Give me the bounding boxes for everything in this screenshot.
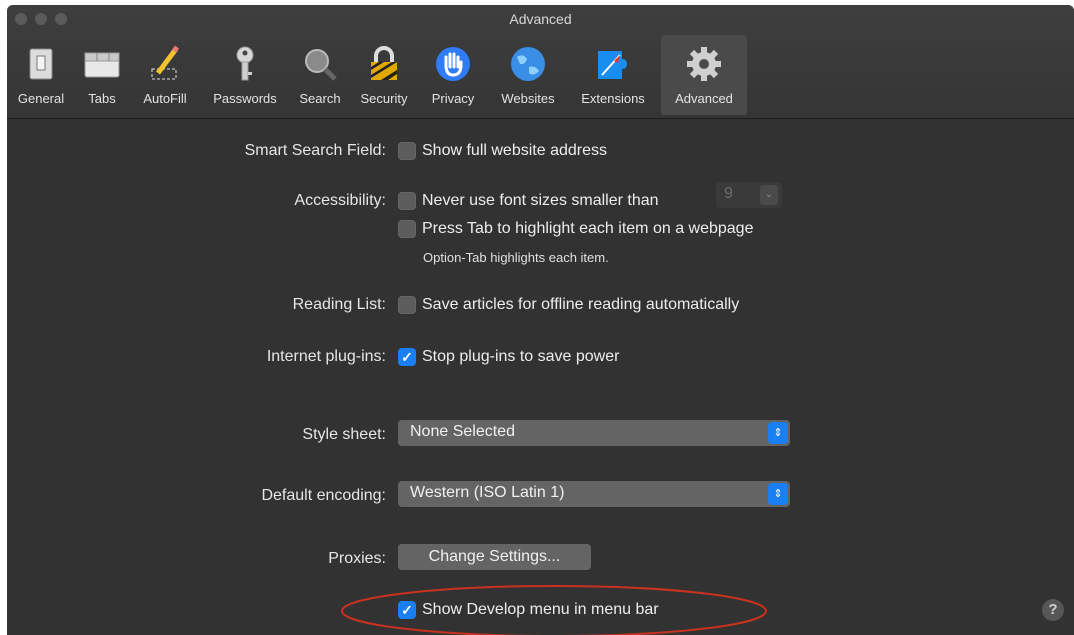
min-font-size-text[interactable]: Never use font sizes smaller than bbox=[422, 192, 659, 210]
hand-icon bbox=[436, 47, 470, 81]
tab-label: Privacy bbox=[431, 91, 475, 106]
highlight-ellipse bbox=[341, 585, 767, 635]
min-font-size-value: 9 bbox=[724, 185, 733, 202]
style-sheet-value: None Selected bbox=[410, 423, 515, 440]
tab-label: AutoFill bbox=[143, 91, 187, 106]
tab-label: Tabs bbox=[88, 91, 116, 106]
tab-highlight-text[interactable]: Press Tab to highlight each item on a we… bbox=[422, 220, 753, 238]
tab-highlight-note: Option-Tab highlights each item. bbox=[423, 250, 609, 265]
accessibility-label: Accessibility: bbox=[294, 192, 386, 209]
offline-reading-checkbox[interactable] bbox=[398, 296, 416, 314]
tab-privacy[interactable]: Privacy bbox=[417, 35, 489, 115]
magnifier-icon bbox=[305, 49, 337, 81]
titlebar-toolbar: Advanced General Tabs AutoFill Passwords… bbox=[7, 5, 1074, 119]
tab-highlight-checkbox[interactable] bbox=[398, 220, 416, 238]
key-icon bbox=[236, 46, 254, 81]
tab-label: Websites bbox=[501, 91, 555, 106]
help-button[interactable]: ? bbox=[1042, 599, 1064, 621]
updown-arrows-icon: ⇕ bbox=[768, 483, 788, 505]
tabs-icon bbox=[84, 52, 120, 78]
window-title: Advanced bbox=[509, 11, 572, 27]
tab-autofill[interactable]: AutoFill bbox=[129, 35, 201, 115]
encoding-label: Default encoding: bbox=[261, 487, 386, 504]
show-full-address-checkbox[interactable] bbox=[398, 142, 416, 160]
tab-websites[interactable]: Websites bbox=[489, 35, 567, 115]
chevron-down-icon: ⌄ bbox=[760, 185, 778, 205]
stop-plugins-checkbox[interactable]: ✓ bbox=[398, 348, 416, 366]
encoding-value: Western (ISO Latin 1) bbox=[410, 484, 565, 501]
tab-label: Extensions bbox=[581, 91, 645, 106]
smart-search-label: Smart Search Field: bbox=[244, 142, 386, 159]
tab-security[interactable]: Security bbox=[351, 35, 417, 115]
gear-icon bbox=[687, 47, 721, 81]
min-font-size-select[interactable]: 9 ⌄ bbox=[716, 182, 782, 208]
lock-icon bbox=[371, 46, 397, 80]
style-sheet-popup[interactable]: None Selected ⇕ bbox=[398, 420, 790, 446]
general-switch-icon bbox=[29, 48, 53, 80]
reading-list-label: Reading List: bbox=[292, 296, 386, 313]
puzzle-compass-icon bbox=[598, 51, 627, 79]
tab-extensions[interactable]: Extensions bbox=[567, 35, 659, 115]
globe-icon bbox=[511, 47, 545, 81]
tab-label: Advanced bbox=[675, 91, 733, 106]
tab-passwords[interactable]: Passwords bbox=[201, 35, 289, 115]
offline-reading-text[interactable]: Save articles for offline reading automa… bbox=[422, 296, 739, 314]
tab-label: Security bbox=[360, 91, 408, 106]
preferences-window: Advanced General Tabs AutoFill Passwords… bbox=[7, 5, 1074, 635]
pencil-icon bbox=[151, 45, 179, 80]
min-font-size-checkbox[interactable] bbox=[398, 192, 416, 210]
style-sheet-label: Style sheet: bbox=[302, 426, 386, 443]
tab-label: Search bbox=[299, 91, 341, 106]
tab-label: Passwords bbox=[213, 91, 277, 106]
plugins-label: Internet plug-ins: bbox=[266, 348, 386, 365]
stop-plugins-text[interactable]: Stop plug-ins to save power bbox=[422, 348, 619, 366]
tab-advanced[interactable]: Advanced bbox=[661, 35, 747, 115]
tab-tabs[interactable]: Tabs bbox=[75, 35, 129, 115]
tab-label: General bbox=[17, 91, 65, 106]
updown-arrows-icon: ⇕ bbox=[768, 422, 788, 444]
change-settings-button[interactable]: Change Settings... bbox=[398, 544, 591, 570]
show-full-address-text[interactable]: Show full website address bbox=[422, 142, 607, 160]
proxies-label: Proxies: bbox=[328, 550, 386, 567]
tab-general[interactable]: General bbox=[7, 35, 75, 115]
encoding-popup[interactable]: Western (ISO Latin 1) ⇕ bbox=[398, 481, 790, 507]
tab-search[interactable]: Search bbox=[289, 35, 351, 115]
